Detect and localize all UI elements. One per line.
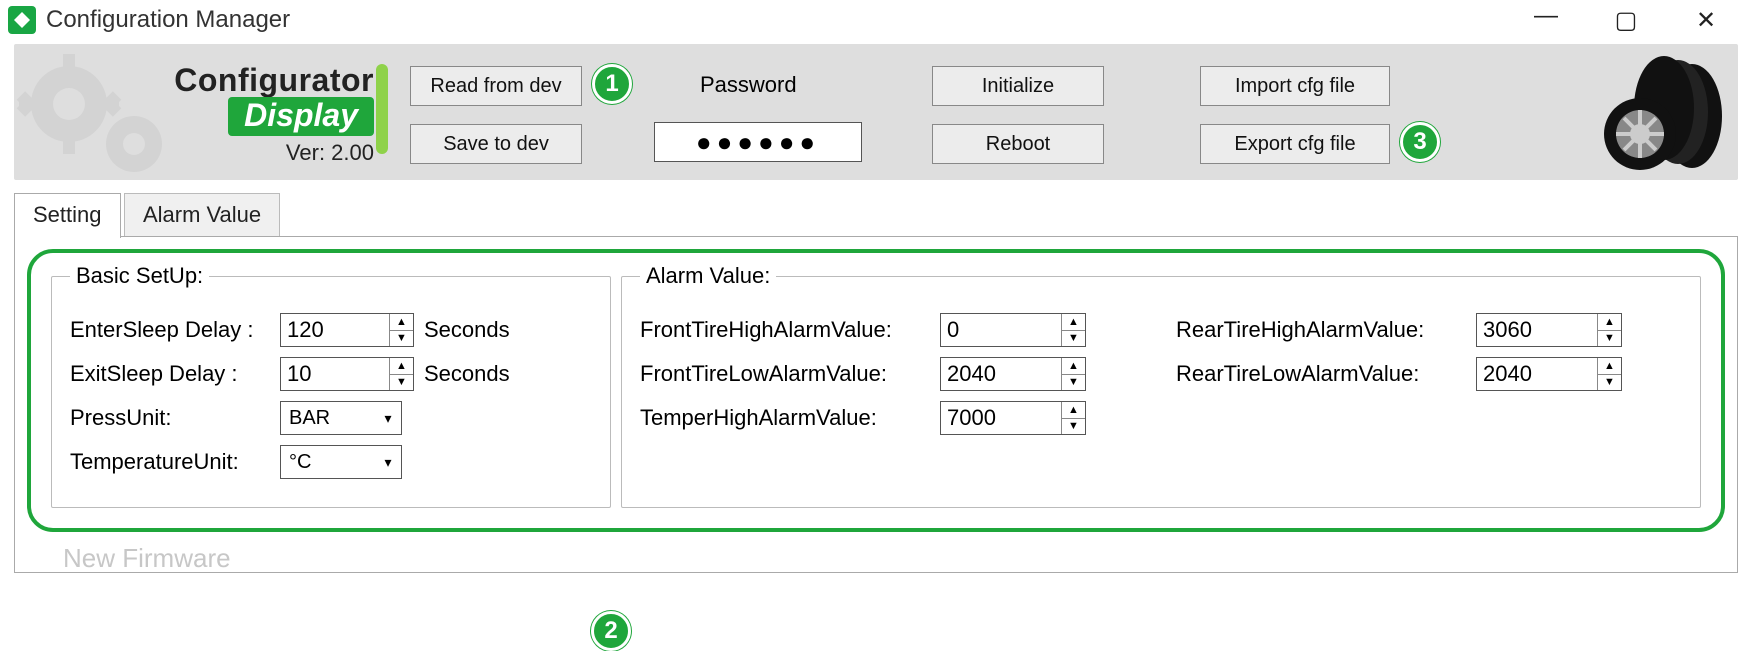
export-cfg-button[interactable]: Export cfg file: [1200, 124, 1390, 164]
minimize-button[interactable]: —: [1526, 2, 1566, 31]
exit-sleep-label: ExitSleep Delay :: [70, 361, 280, 387]
reboot-button[interactable]: Reboot: [932, 124, 1104, 164]
maximize-button[interactable]: ▢: [1606, 6, 1646, 35]
tabstrip: Setting Alarm Value: [14, 192, 1738, 236]
up-arrow-icon[interactable]: ▲: [1062, 402, 1085, 419]
chevron-down-icon: ▾: [375, 410, 401, 427]
exit-sleep-unit: Seconds: [424, 361, 510, 387]
exit-sleep-input[interactable]: [281, 358, 389, 390]
down-arrow-icon[interactable]: ▼: [1062, 375, 1085, 391]
down-arrow-icon[interactable]: ▼: [1598, 331, 1621, 347]
tab-setting[interactable]: Setting: [14, 193, 121, 238]
window-controls: — ▢ ✕: [1526, 6, 1744, 35]
callout-3: 3: [1400, 122, 1440, 162]
temper-high-spinner[interactable]: ▲▼: [940, 401, 1086, 435]
up-arrow-icon[interactable]: ▲: [1062, 358, 1085, 375]
front-low-label: FrontTireLowAlarmValue:: [640, 361, 940, 387]
down-arrow-icon[interactable]: ▼: [390, 375, 413, 391]
initialize-button[interactable]: Initialize: [932, 66, 1104, 106]
basic-setup-group: Basic SetUp: EnterSleep Delay : ▲▼ Secon…: [51, 263, 611, 508]
enter-sleep-input[interactable]: [281, 314, 389, 346]
rear-high-spinner[interactable]: ▲▼: [1476, 313, 1622, 347]
alarm-value-legend: Alarm Value:: [640, 263, 776, 289]
up-arrow-icon[interactable]: ▲: [390, 358, 413, 375]
tires-icon: [1600, 52, 1730, 172]
enter-sleep-spinner[interactable]: ▲▼: [280, 313, 414, 347]
read-from-dev-button[interactable]: Read from dev: [410, 66, 582, 106]
enter-sleep-label: EnterSleep Delay :: [70, 317, 280, 343]
temper-high-input[interactable]: [941, 402, 1061, 434]
up-arrow-icon[interactable]: ▲: [1598, 314, 1621, 331]
tab-alarm-value[interactable]: Alarm Value: [124, 193, 280, 238]
callout-1: 1: [592, 64, 632, 104]
brand-block: Configurator Display Ver: 2.00: [164, 62, 374, 166]
chevron-down-icon: ▾: [375, 454, 401, 471]
rear-low-label: RearTireLowAlarmValue:: [1176, 361, 1476, 387]
save-to-dev-button[interactable]: Save to dev: [410, 124, 582, 164]
temp-unit-value: °C: [289, 451, 311, 474]
up-arrow-icon[interactable]: ▲: [1598, 358, 1621, 375]
callout-2: 2: [591, 611, 631, 651]
rear-high-label: RearTireHighAlarmValue:: [1176, 317, 1476, 343]
rear-high-input[interactable]: [1477, 314, 1597, 346]
tab-page-setting: 2 Basic SetUp: EnterSleep Delay : ▲▼ Sec…: [14, 236, 1738, 573]
rear-low-input[interactable]: [1477, 358, 1597, 390]
press-unit-label: PressUnit:: [70, 405, 280, 431]
window-title: Configuration Manager: [46, 6, 290, 34]
brand-subtitle: Display: [228, 97, 374, 136]
header-strip: Configurator Display Ver: 2.00 Read from…: [14, 44, 1738, 180]
titlebar: Configuration Manager — ▢ ✕: [0, 0, 1752, 40]
temp-unit-combo[interactable]: °C ▾: [280, 445, 402, 479]
close-button[interactable]: ✕: [1686, 6, 1726, 35]
up-arrow-icon[interactable]: ▲: [1062, 314, 1085, 331]
down-arrow-icon[interactable]: ▼: [1062, 331, 1085, 347]
temper-high-label: TemperHighAlarmValue:: [640, 405, 940, 431]
down-arrow-icon[interactable]: ▼: [1062, 419, 1085, 435]
down-arrow-icon[interactable]: ▼: [390, 331, 413, 347]
basic-setup-legend: Basic SetUp:: [70, 263, 209, 289]
rear-low-spinner[interactable]: ▲▼: [1476, 357, 1622, 391]
press-unit-combo[interactable]: BAR ▾: [280, 401, 402, 435]
front-high-label: FrontTireHighAlarmValue:: [640, 317, 940, 343]
alarm-value-group: Alarm Value: FrontTireHighAlarmValue: ▲▼…: [621, 263, 1701, 508]
brand-title: Configurator: [164, 62, 374, 99]
enter-sleep-unit: Seconds: [424, 317, 510, 343]
front-low-input[interactable]: [941, 358, 1061, 390]
brand-accent-bar: [376, 64, 388, 154]
exit-sleep-spinner[interactable]: ▲▼: [280, 357, 414, 391]
front-high-input[interactable]: [941, 314, 1061, 346]
ghost-text: New Firmware: [63, 543, 231, 574]
down-arrow-icon[interactable]: ▼: [1598, 375, 1621, 391]
password-label: Password: [700, 72, 797, 98]
password-input[interactable]: ●●●●●●: [654, 122, 862, 162]
version-label: Ver: 2.00: [164, 140, 374, 166]
temp-unit-label: TemperatureUnit:: [70, 449, 280, 475]
press-unit-value: BAR: [289, 407, 330, 430]
front-high-spinner[interactable]: ▲▼: [940, 313, 1086, 347]
highlight-box: Basic SetUp: EnterSleep Delay : ▲▼ Secon…: [27, 249, 1725, 532]
front-low-spinner[interactable]: ▲▼: [940, 357, 1086, 391]
import-cfg-button[interactable]: Import cfg file: [1200, 66, 1390, 106]
up-arrow-icon[interactable]: ▲: [390, 314, 413, 331]
app-icon: [8, 6, 36, 34]
